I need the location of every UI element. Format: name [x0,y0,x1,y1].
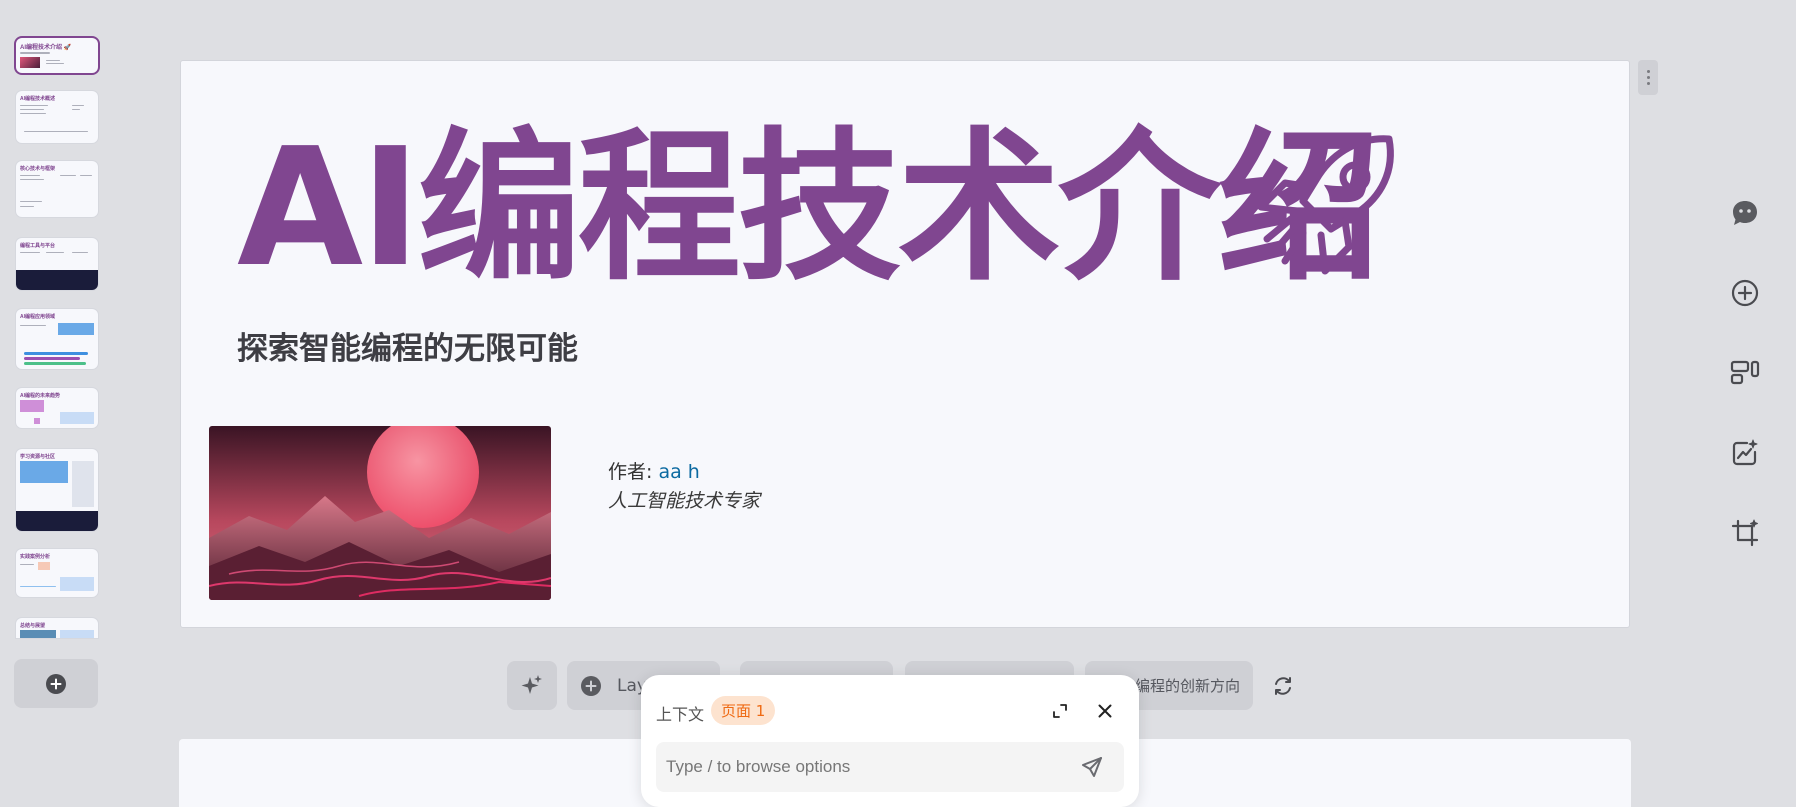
expand-icon [1053,704,1067,718]
layout-button[interactable] [1727,354,1763,390]
slide-thumbnail-4[interactable]: 编程工具与平台 [16,238,98,290]
thumbnail-title: AI编程应用领域 [20,314,56,320]
crop-sparkle-icon [1731,519,1759,547]
slide-subtitle[interactable]: 探索智能编程的无限可能 [237,323,578,368]
slide-thumbnail-9[interactable]: 总结与展望 [16,618,98,638]
thumbnail-image [20,57,40,68]
thumbnail-blue-panel [60,577,94,591]
slide-title[interactable]: AI编程技术介绍 [237,115,1381,303]
chat-assistant-button[interactable] [1727,195,1763,231]
thumbnail-text-line [72,252,88,253]
thumbnail-accent-panel [38,562,50,570]
thumbnail-purple-panel [34,418,40,424]
mountain-moon-image [209,426,551,600]
slide-thumbnail-5[interactable]: AI编程应用领域 [16,309,98,369]
thumbnail-title: 核心技术与框架 [20,166,56,172]
chat-input[interactable] [656,742,1076,792]
thumbnail-bar [24,352,88,355]
expand-chat-button[interactable] [1048,699,1072,723]
menu-dot-icon [1646,82,1650,85]
slide-thumbnail-7[interactable]: 学习资源与社区 [16,449,98,531]
slide-thumbnail-1[interactable]: AI编程技术介绍 🚀 [16,38,98,73]
thumbnail-text-line [46,63,64,64]
thumbnail-text-line [20,175,40,176]
refresh-icon [1275,677,1291,695]
slide-canvas[interactable]: AI编程技术介绍 探索智能编程的无限可能 作者: aa h 人工智能技术专家 [180,60,1630,628]
thumbnail-chart-line [20,586,56,587]
rocket-icon [1257,135,1394,275]
ai-chart-button[interactable] [1727,435,1763,471]
refresh-suggestions-button[interactable] [1268,671,1298,701]
thumbnail-purple-panel [20,400,44,412]
slide-thumbnail-3[interactable]: 核心技术与框架 [16,161,98,217]
chat-popup: 上下文 页面 1 [641,675,1139,807]
chat-bubble-icon [1733,201,1757,225]
sparkle-icon [521,674,542,694]
add-slide-button[interactable] [14,659,98,708]
ai-generate-button[interactable] [507,661,557,710]
thumbnail-bar [24,357,80,360]
ai-crop-button[interactable] [1727,515,1763,551]
thumbnail-text-line [24,131,88,132]
slide-more-menu-button[interactable] [1638,60,1658,95]
thumbnail-blue-panel [20,461,68,483]
thumbnail-text-line [60,175,76,176]
plus-circle-icon [46,673,66,694]
close-icon [1098,704,1112,718]
thumbnail-text-line [80,175,92,176]
layout-icon [1730,360,1760,385]
thumbnail-title: 编程工具与平台 [20,243,56,249]
thumbnail-blue-panel [60,630,94,638]
thumbnail-title: AI编程技术介绍 🚀 [20,45,72,51]
thumbnail-text-line [72,105,84,106]
plus-circle-icon [581,675,601,696]
suggestion-chip-text: 编程的创新方向 [1135,677,1241,695]
thumbnail-title: AI编程的未来趋势 [20,393,61,399]
thumbnail-title: 学习资源与社区 [20,454,56,460]
context-label: 上下文 [656,705,705,724]
author-name: aa h [658,461,700,483]
author-label: 作者: [608,461,659,483]
thumbnail-text-line [20,325,46,326]
thumbnail-blue-panel [60,412,94,424]
thumbnail-title: 总结与展望 [20,623,46,629]
thumbnail-title: 实践案例分析 [20,554,51,560]
close-chat-button[interactable] [1093,699,1117,723]
slide-thumbnail-6[interactable]: AI编程的未来趋势 [16,388,98,428]
plus-circle-icon [1731,279,1759,307]
thumbnail-text-line [20,201,42,202]
slide-thumbnail-8[interactable]: 实践案例分析 [16,549,98,597]
send-button[interactable] [1079,754,1105,780]
author-role[interactable]: 人工智能技术专家 [608,486,760,513]
thumbnail-side-panel [72,461,94,507]
chart-sparkle-icon [1732,439,1758,466]
thumbnail-text-line [20,179,44,180]
menu-dot-icon [1646,76,1650,79]
thumbnail-dark-panel [16,270,98,290]
author-line[interactable]: 作者: aa h [608,457,700,484]
thumbnail-blue-panel [58,323,94,335]
thumbnail-blue-panel [20,630,56,638]
thumbnail-text-line [20,105,48,106]
thumbnail-text-line [72,109,80,110]
thumbnail-text-line [20,252,40,253]
chat-input-container [656,742,1124,792]
thumbnail-dark-panel [16,511,98,531]
thumbnail-bar [24,362,86,365]
send-icon [1082,757,1102,777]
thumbnail-text-line [20,52,50,54]
slide-thumbnail-2[interactable]: AI编程技术概述 [16,91,98,143]
thumbnail-text-line [46,252,64,253]
thumbnail-title: AI编程技术概述 [20,96,56,102]
hero-image[interactable] [209,426,551,600]
add-element-button[interactable] [1727,275,1763,311]
thumbnail-text-line [20,206,34,207]
menu-dot-icon [1646,70,1650,73]
page-context-badge[interactable]: 页面 1 [711,696,776,725]
thumbnail-text-line [46,60,60,61]
thumbnail-text-line [20,109,44,110]
thumbnail-text-line [20,113,46,114]
thumbnail-text-line [20,564,34,565]
